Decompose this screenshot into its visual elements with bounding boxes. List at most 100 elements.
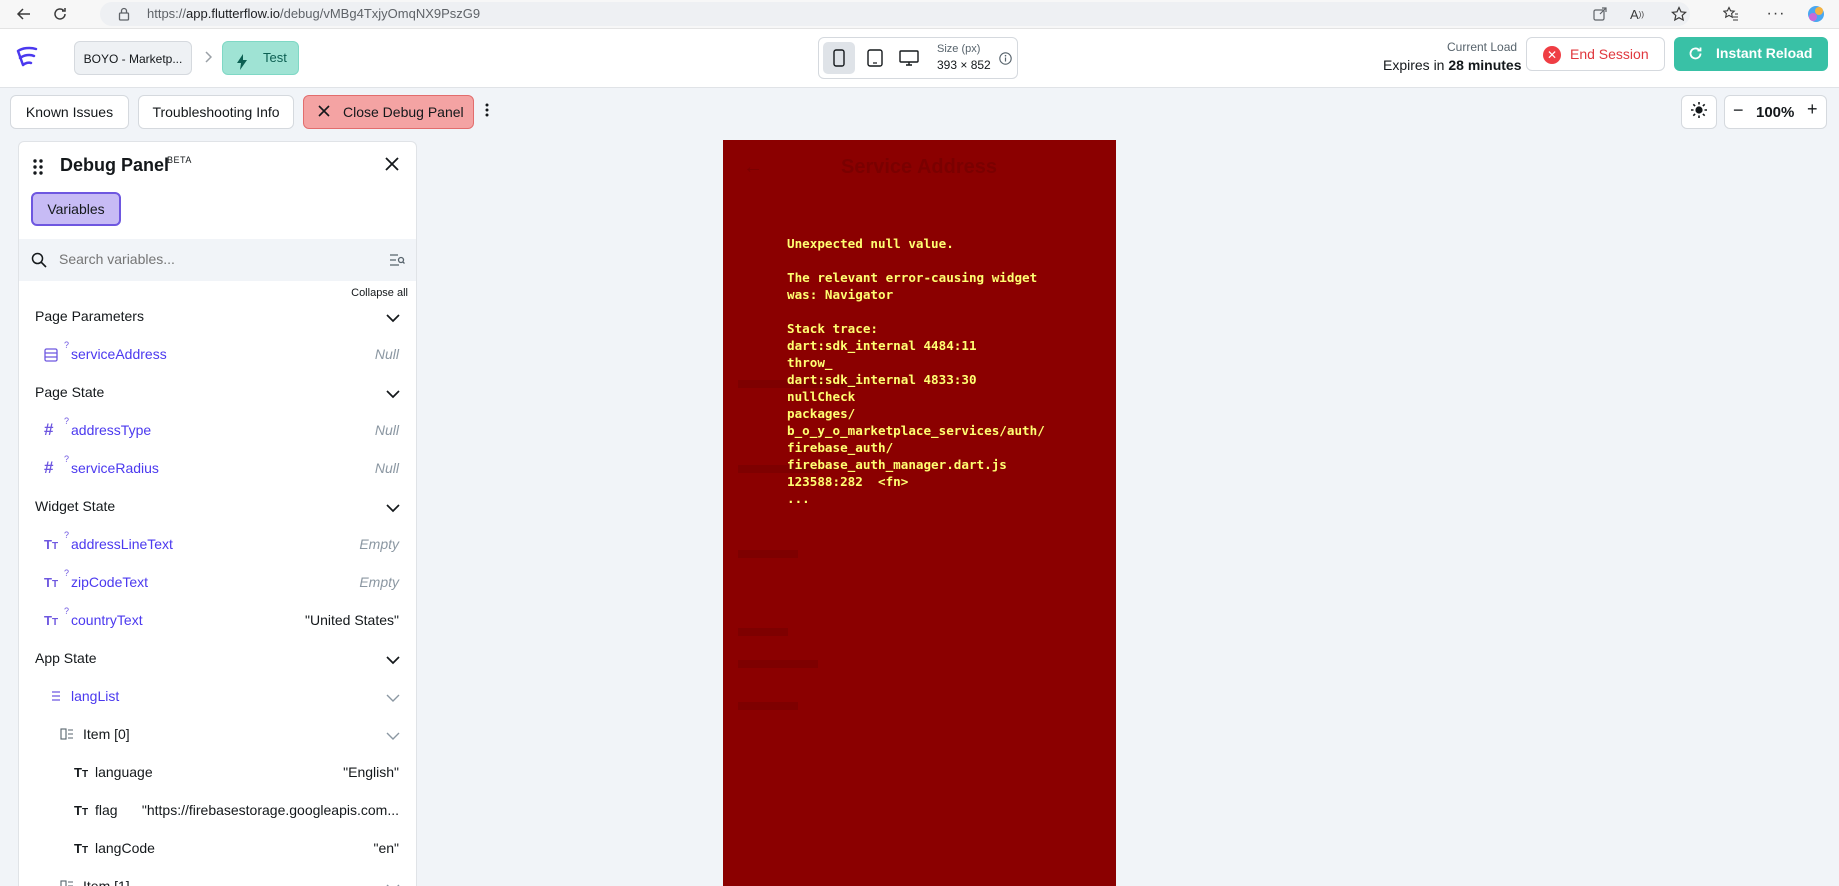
nullable-marker: ? xyxy=(64,606,70,616)
size-value: 393 × 852 xyxy=(937,58,991,72)
copilot-icon[interactable] xyxy=(1806,4,1826,24)
zoom-out-button[interactable]: − xyxy=(1733,100,1744,121)
ghost-page-title: Service Address xyxy=(841,156,998,178)
nullable-marker: ? xyxy=(64,530,70,540)
variable-row-zipCodeText[interactable]: TT ? zipCodeText Empty xyxy=(19,565,416,599)
variable-row-language[interactable]: TT language "English" xyxy=(19,755,416,789)
collapse-all-link[interactable]: Collapse all xyxy=(351,287,408,299)
variable-row-langCode[interactable]: TT langCode "en" xyxy=(19,831,416,865)
close-icon xyxy=(317,104,331,121)
read-aloud-icon[interactable]: A)) xyxy=(1627,4,1647,24)
device-preview[interactable]: ← Service Address Unexpected null value.… xyxy=(723,140,1116,886)
filter-icon[interactable] xyxy=(389,253,405,272)
variable-row-countryText[interactable]: TT ? countryText "United States" xyxy=(19,603,416,637)
end-session-label: End Session xyxy=(1570,46,1649,62)
flutterflow-logo-icon[interactable] xyxy=(14,45,40,76)
variable-row-langList[interactable]: langList xyxy=(19,679,416,713)
search-input[interactable] xyxy=(59,251,359,267)
section-widget-state[interactable]: Widget State xyxy=(19,489,416,523)
variable-name: Item [1] xyxy=(83,878,130,886)
address-bar[interactable]: https://app.flutterflow.io/debug/vMBg4Tx… xyxy=(100,2,1690,26)
section-page-state[interactable]: Page State xyxy=(19,375,416,409)
kebab-icon[interactable] xyxy=(484,102,490,123)
chevron-right-icon xyxy=(204,50,213,68)
hash-icon: # xyxy=(44,458,54,477)
favorites-list-icon[interactable] xyxy=(1721,4,1741,24)
error-message: Unexpected null value. The relevant erro… xyxy=(787,236,1045,506)
nullable-marker: ? xyxy=(64,568,70,578)
desktop-icon[interactable] xyxy=(893,42,925,74)
variable-name: serviceAddress xyxy=(71,346,167,362)
variable-row-addressLineText[interactable]: TT ? addressLineText Empty xyxy=(19,527,416,561)
section-title: Page State xyxy=(35,384,105,400)
troubleshooting-info-button[interactable]: Troubleshooting Info xyxy=(138,95,294,129)
chevron-down-icon xyxy=(386,310,400,328)
tablet-icon[interactable] xyxy=(859,42,891,74)
zoom-in-button[interactable]: + xyxy=(1807,99,1818,120)
lock-icon xyxy=(118,7,130,26)
zoom-value: 100% xyxy=(1756,104,1795,121)
browser-toolbar: https://app.flutterflow.io/debug/vMBg4Tx… xyxy=(0,0,1839,29)
section-page-parameters[interactable]: Page Parameters xyxy=(19,299,416,333)
url-text: https://app.flutterflow.io/debug/vMBg4Tx… xyxy=(147,6,481,21)
variable-row-addressType[interactable]: # ? addressType Null xyxy=(19,413,416,447)
beta-badge: BETA xyxy=(167,155,192,165)
close-circle-icon: ✕ xyxy=(1543,46,1561,64)
drag-handle-icon[interactable] xyxy=(33,159,43,180)
expires-text: Expires in 28 minutes xyxy=(1383,57,1522,73)
back-arrow-icon[interactable] xyxy=(14,4,34,24)
variable-value: "English" xyxy=(343,764,399,780)
search-icon xyxy=(31,252,47,273)
known-issues-button[interactable]: Known Issues xyxy=(10,95,129,129)
close-icon[interactable] xyxy=(384,156,400,177)
variable-value: Empty xyxy=(359,574,399,590)
close-debug-label: Close Debug Panel xyxy=(343,104,464,120)
end-session-button[interactable]: ✕ End Session xyxy=(1526,37,1665,71)
favorite-star-icon[interactable] xyxy=(1669,4,1689,24)
variable-row-item-1[interactable]: Item [1] xyxy=(19,869,416,886)
open-external-icon[interactable] xyxy=(1590,4,1610,24)
refresh-icon[interactable] xyxy=(50,4,70,24)
size-label: Size (px) xyxy=(937,43,981,55)
variable-row-item-0[interactable]: Item [0] xyxy=(19,717,416,751)
text-type-icon: TT xyxy=(74,841,89,856)
search-bar xyxy=(19,239,416,281)
zoom-control: − 100% + xyxy=(1724,95,1827,129)
table-icon xyxy=(44,348,58,365)
instant-reload-button[interactable]: Instant Reload xyxy=(1674,37,1828,71)
variable-row-serviceRadius[interactable]: # ? serviceRadius Null xyxy=(19,451,416,485)
test-mode-chip[interactable]: Test xyxy=(222,41,299,75)
text-type-icon: TT xyxy=(44,575,59,590)
section-title: App State xyxy=(35,650,97,666)
variable-value: "https://firebasestorage.googleapis.com.… xyxy=(141,802,399,818)
back-arrow-icon: ← xyxy=(743,156,763,178)
struct-icon xyxy=(60,880,74,886)
ghost-field xyxy=(738,550,798,558)
variable-name: Item [0] xyxy=(83,726,130,742)
variable-row-serviceAddress[interactable]: ? serviceAddress Null xyxy=(19,337,416,371)
debug-panel: Debug Panel BETA Variables Collapse all … xyxy=(18,141,417,886)
text-type-icon: TT xyxy=(74,765,89,780)
info-icon[interactable] xyxy=(999,52,1012,70)
reload-icon xyxy=(1688,46,1703,64)
more-icon[interactable]: ··· xyxy=(1766,4,1786,24)
project-selector[interactable]: BOYO - Marketp... xyxy=(74,41,192,75)
chevron-down-icon xyxy=(386,728,400,746)
variable-row-flag[interactable]: TT flag "https://firebasestorage.googlea… xyxy=(19,793,416,827)
tab-variables[interactable]: Variables xyxy=(31,192,121,226)
variable-name: langList xyxy=(71,688,120,704)
phone-icon[interactable] xyxy=(823,42,855,74)
text-type-icon: TT xyxy=(74,803,89,818)
nullable-marker: ? xyxy=(64,340,70,350)
app-header: BOYO - Marketp... Test Size (px) 393 × 8… xyxy=(0,29,1839,88)
text-type-icon: TT xyxy=(44,613,59,628)
chevron-down-icon xyxy=(386,386,400,404)
section-app-state[interactable]: App State xyxy=(19,641,416,675)
section-title: Page Parameters xyxy=(35,308,144,324)
close-debug-panel-button[interactable]: Close Debug Panel xyxy=(303,95,474,129)
struct-icon xyxy=(60,728,74,743)
theme-toggle-button[interactable] xyxy=(1681,95,1717,129)
chevron-down-icon xyxy=(386,880,400,886)
chevron-down-icon xyxy=(386,500,400,518)
chevron-down-icon xyxy=(386,690,400,708)
